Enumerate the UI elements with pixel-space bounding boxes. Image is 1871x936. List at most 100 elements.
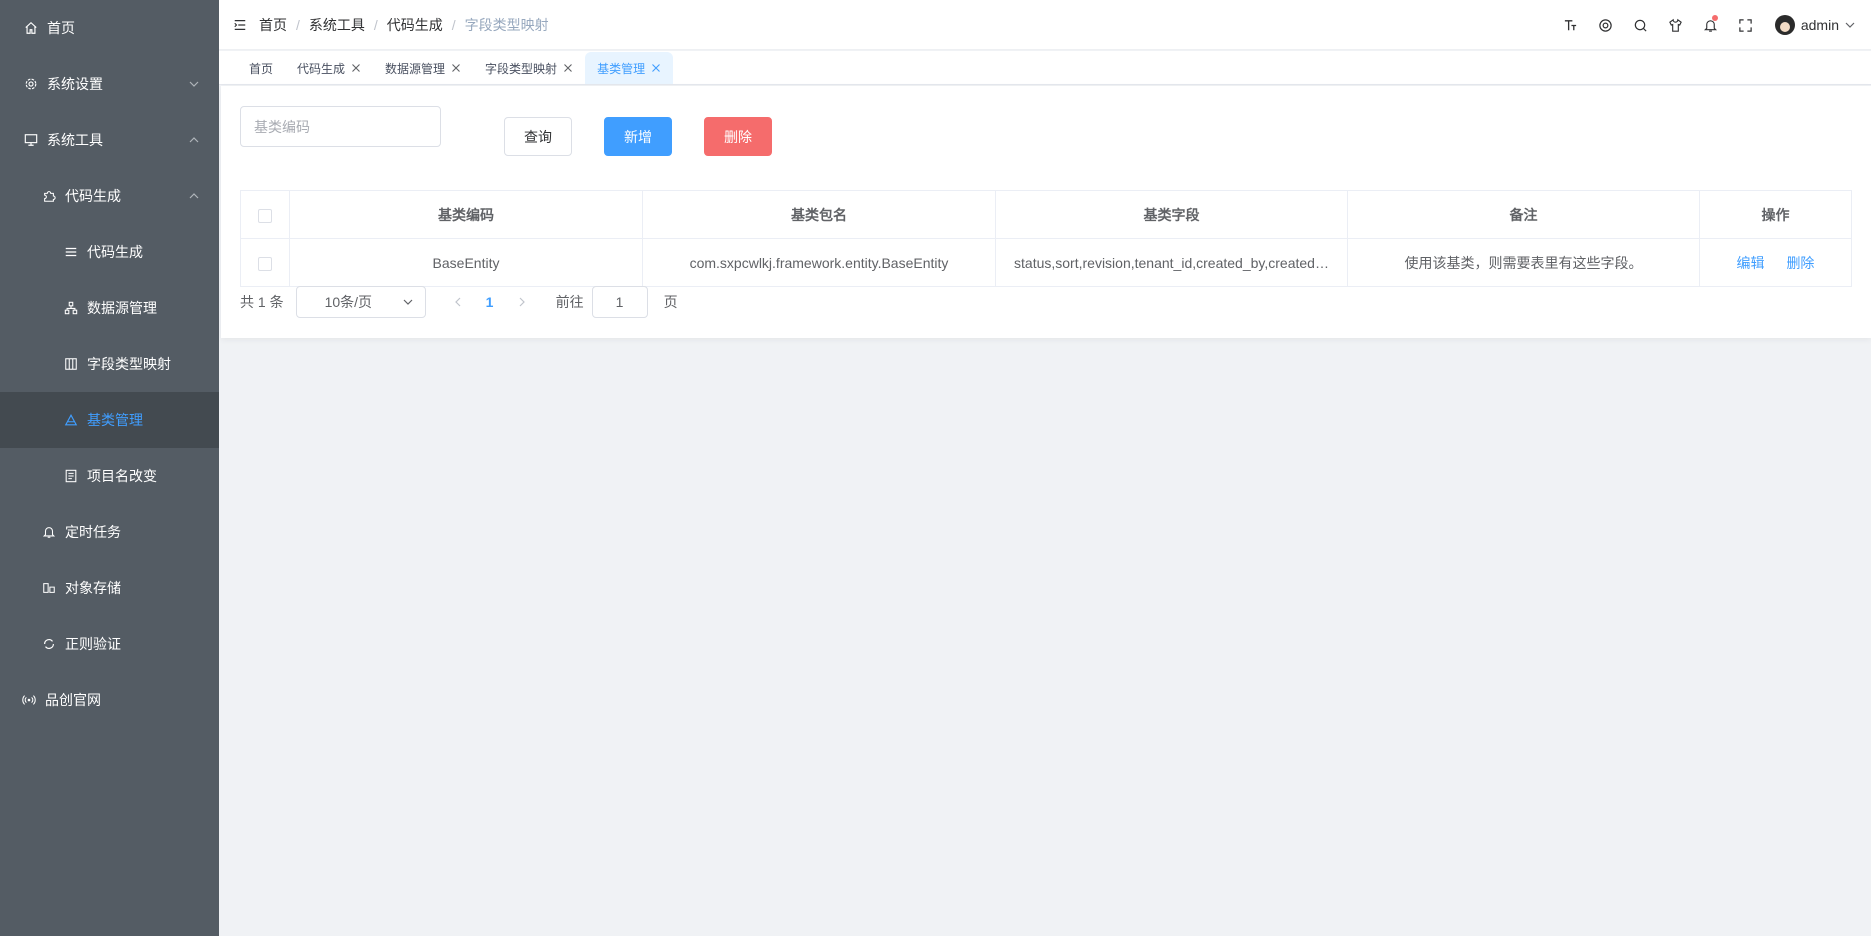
- delete-button[interactable]: 删除: [704, 117, 772, 156]
- tag-datasource[interactable]: 数据源管理: [373, 52, 473, 84]
- tag-base-class[interactable]: 基类管理: [585, 52, 674, 84]
- bell-icon: [42, 525, 56, 539]
- storage-icon: [42, 581, 56, 595]
- column-header: 基类编码: [289, 190, 643, 239]
- sidebar-item-system-tools[interactable]: 系统工具: [0, 112, 219, 168]
- table-header-row: 基类编码 基类包名 基类字段 备注 操作: [240, 190, 1852, 239]
- breadcrumb-item[interactable]: 首页: [259, 15, 287, 35]
- column-header: 备注: [1347, 190, 1700, 239]
- user-menu[interactable]: admin: [1774, 15, 1855, 35]
- shirt-icon: [1669, 18, 1682, 32]
- page-size-select[interactable]: 10条/页: [295, 286, 426, 318]
- sidebar-item-label: 数据源管理: [87, 300, 157, 316]
- column-header: 基类字段: [995, 190, 1348, 239]
- sidebar-item-object-storage[interactable]: 对象存储: [0, 560, 219, 616]
- tag-label: 数据源管理: [385, 61, 446, 76]
- tag-label: 代码生成: [297, 61, 346, 76]
- page-number[interactable]: 1: [474, 294, 506, 310]
- sidebar-item-project-rename[interactable]: 项目名改变: [0, 448, 219, 504]
- notification-dot: [1711, 15, 1718, 21]
- broadcast-icon: [22, 693, 36, 707]
- tag-home[interactable]: 首页: [237, 52, 285, 84]
- sidebar-item-datasource[interactable]: 数据源管理: [0, 280, 219, 336]
- gear-icon: [24, 77, 38, 91]
- sidebar-item-label: 系统工具: [47, 132, 103, 148]
- tags-view: 首页 代码生成 数据源管理 字段类型映射 基类管理: [219, 51, 1871, 85]
- sidebar-item-label: 对象存储: [65, 580, 121, 596]
- search-icon: [1634, 19, 1647, 32]
- breadcrumb-item[interactable]: 系统工具: [309, 15, 365, 35]
- document-icon: [64, 469, 78, 483]
- sidebar-item-scheduled-tasks[interactable]: 定时任务: [0, 504, 219, 560]
- puzzle-icon: [42, 189, 56, 203]
- breadcrumb-item: 字段类型映射: [464, 16, 549, 33]
- sidebar-item-base-class[interactable]: 基类管理: [0, 392, 219, 448]
- close-icon[interactable]: [563, 63, 573, 73]
- tag-field-mapping[interactable]: 字段类型映射: [473, 52, 585, 84]
- total-count: 共 1 条: [240, 294, 284, 310]
- close-icon[interactable]: [351, 63, 361, 73]
- pagination: 共 1 条 10条/页 1 前往 页: [240, 286, 678, 318]
- query-button[interactable]: 查询: [504, 117, 572, 156]
- tag-label: 首页: [249, 61, 274, 76]
- column-header: 基类包名: [642, 190, 996, 239]
- content-card: 查询 新增 删除 基类编码 基类包名 基类字段 备注 操作 BaseEntity…: [221, 86, 1871, 338]
- chevron-up-icon: [189, 137, 199, 143]
- monitor-icon: [24, 133, 38, 147]
- tree-icon: [64, 301, 78, 315]
- column-header: 操作: [1699, 190, 1852, 239]
- fullscreen-button[interactable]: [1728, 0, 1763, 50]
- sidebar-item-label: 正则验证: [65, 636, 121, 652]
- edit-link[interactable]: 编辑: [1737, 255, 1765, 271]
- header-toolbar: admin: [1553, 0, 1871, 50]
- chevron-down-icon: [1845, 22, 1855, 28]
- sidebar-item-label: 代码生成: [87, 244, 143, 260]
- close-icon[interactable]: [651, 63, 661, 73]
- prev-page-button[interactable]: [442, 297, 474, 307]
- avatar: [1774, 15, 1795, 35]
- sidebar-item-field-mapping[interactable]: 字段类型映射: [0, 336, 219, 392]
- sidebar-item-codegen[interactable]: 代码生成: [0, 224, 219, 280]
- goto-page-input[interactable]: [591, 286, 648, 318]
- chevron-up-icon: [189, 193, 199, 199]
- sidebar-item-codegen-group[interactable]: 代码生成: [0, 168, 219, 224]
- search-button[interactable]: [1623, 0, 1658, 50]
- theme-button[interactable]: [1588, 0, 1623, 50]
- delete-link[interactable]: 删除: [1786, 255, 1814, 271]
- sidebar-item-label: 系统设置: [47, 76, 103, 92]
- breadcrumb-item[interactable]: 代码生成: [387, 15, 443, 35]
- chevron-left-icon: [454, 297, 461, 307]
- triangle-icon: [64, 413, 78, 427]
- sidebar-item-label: 定时任务: [65, 524, 121, 540]
- close-icon[interactable]: [451, 63, 461, 73]
- table-row: BaseEntity com.sxpcwlkj.framework.entity…: [240, 238, 1852, 287]
- chevron-down-icon: [403, 299, 413, 305]
- row-checkbox[interactable]: [258, 256, 272, 271]
- sidebar-item-regex[interactable]: 正则验证: [0, 616, 219, 672]
- goto-label: 前往: [555, 294, 584, 310]
- skin-button[interactable]: [1658, 0, 1693, 50]
- next-page-button[interactable]: [506, 297, 538, 307]
- sidebar-item-label: 基类管理: [87, 412, 143, 428]
- base-class-table: 基类编码 基类包名 基类字段 备注 操作 BaseEntity com.sxpc…: [240, 190, 1852, 287]
- add-button[interactable]: 新增: [604, 117, 672, 156]
- target-icon: [1599, 18, 1612, 32]
- chevron-down-icon: [189, 81, 199, 87]
- sidebar-item-label: 字段类型映射: [87, 356, 171, 372]
- select-all-checkbox[interactable]: [258, 208, 272, 223]
- tag-codegen[interactable]: 代码生成: [285, 52, 373, 84]
- sidebar-item-label: 项目名改变: [87, 468, 157, 484]
- hamburger-icon[interactable]: [233, 18, 247, 32]
- base-code-search-input[interactable]: [240, 106, 441, 147]
- sidebar-item-home[interactable]: 首页: [0, 0, 219, 56]
- cell-remark: 使用该基类，则需要表里有这些字段。: [1347, 238, 1700, 287]
- sidebar-item-label: 首页: [47, 20, 75, 36]
- sidebar-item-website[interactable]: 品创官网: [0, 672, 219, 728]
- fullscreen-icon: [1739, 18, 1752, 32]
- home-icon: [24, 21, 38, 35]
- tag-label: 字段类型映射: [485, 61, 558, 76]
- font-size-button[interactable]: [1553, 0, 1588, 50]
- cell-package: com.sxpcwlkj.framework.entity.BaseEntity: [642, 238, 996, 287]
- notification-button[interactable]: [1693, 0, 1728, 50]
- sidebar-item-system-settings[interactable]: 系统设置: [0, 56, 219, 112]
